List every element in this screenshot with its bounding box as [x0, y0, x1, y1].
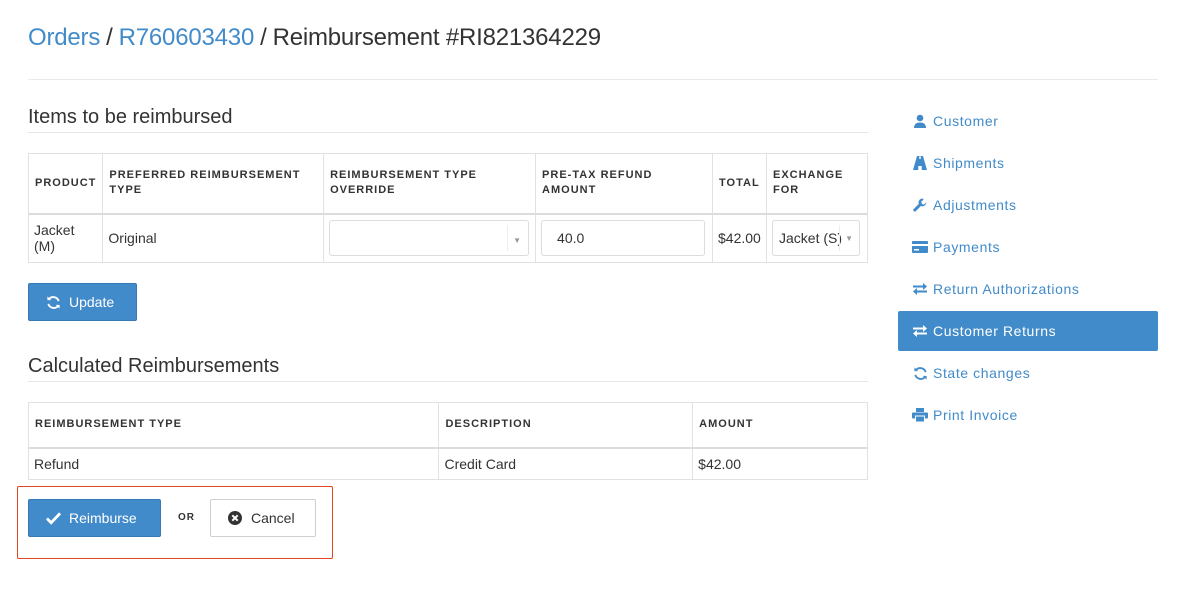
sidebar-item-label: Customer	[933, 113, 999, 129]
update-button[interactable]: Update	[28, 283, 137, 321]
sidebar-item-label: Payments	[933, 239, 1001, 255]
table-row: Jacket (M) Original ▼ 40.0 $42.00 Jacket…	[27, 213, 868, 263]
cell-refund-amount: 40.0	[535, 213, 714, 263]
breadcrumb-orders-link[interactable]: Orders	[28, 24, 100, 51]
refresh-icon	[912, 365, 928, 381]
column-header-amount: Amount	[692, 402, 868, 449]
checkmark-icon	[45, 510, 61, 526]
column-header-total: Total	[712, 153, 767, 215]
cell-preferred-type: Original	[102, 213, 325, 263]
column-header-refund-amount: Pre-Tax Refund Amount	[535, 153, 714, 215]
refresh-icon	[45, 294, 61, 310]
cancel-button[interactable]: Cancel	[210, 499, 316, 537]
column-header-preferred-type: Preferred Reimbursement Type	[102, 153, 325, 215]
sidebar-item-label: Return Authorizations	[933, 281, 1080, 297]
cell-override: ▼	[323, 213, 537, 263]
credit-card-icon	[912, 239, 928, 255]
header-divider	[28, 79, 1158, 80]
breadcrumb-separator: /	[260, 24, 267, 51]
select-divider	[507, 225, 509, 252]
sidebar-item-label: Print Invoice	[933, 407, 1018, 423]
exchange-for-select[interactable]: Jacket (S) ▼	[772, 220, 860, 257]
sidebar-item-label: Shipments	[933, 155, 1005, 171]
sidebar-item-label: Customer Returns	[933, 323, 1057, 339]
items-section-title: Items to be reimbursed	[28, 106, 233, 128]
sidebar-item-print-invoice[interactable]: Print Invoice	[898, 395, 1158, 435]
cell-total: $42.00	[712, 213, 767, 263]
reimbursement-type-select[interactable]: ▼	[329, 220, 530, 257]
sidebar-item-return-authorizations[interactable]: Return Authorizations	[898, 269, 1158, 309]
sidebar-item-customer-returns[interactable]: Customer Returns	[898, 311, 1158, 351]
calculated-section-divider	[28, 381, 868, 382]
column-header-product: Product	[27, 153, 104, 215]
items-section-divider	[28, 132, 868, 133]
sidebar-item-adjustments[interactable]: Adjustments	[898, 185, 1158, 225]
column-header-override: Reimbursement Type Override	[323, 153, 537, 215]
transfer-icon	[912, 281, 928, 297]
sidebar-item-payments[interactable]: Payments	[898, 227, 1158, 267]
column-header-description: Description	[438, 402, 694, 449]
refund-amount-input[interactable]: 40.0	[541, 220, 706, 257]
items-table: Product Preferred Reimbursement Type Rei…	[27, 153, 868, 263]
print-icon	[912, 407, 928, 423]
user-icon	[912, 113, 928, 129]
reimburse-button-label: Reimburse	[69, 510, 137, 526]
select-value: Jacket (S)	[779, 230, 843, 247]
sidebar-item-customer[interactable]: Customer	[898, 101, 1158, 141]
sidebar-item-label: State changes	[933, 365, 1031, 381]
breadcrumb-order-link[interactable]: R760603430	[119, 24, 255, 51]
calculated-table: Reimbursement Type Description Amount Re…	[27, 402, 868, 480]
order-sidebar: Customer Shipments Adjustments Payments …	[898, 101, 1158, 437]
column-header-reimbursement-type: Reimbursement Type	[27, 402, 440, 449]
select-divider	[839, 225, 840, 252]
road-icon	[912, 155, 928, 171]
caret-down-icon: ▼	[513, 236, 522, 246]
sidebar-item-state-changes[interactable]: State changes	[898, 353, 1158, 393]
cell-exchange-for: Jacket (S) ▼	[766, 213, 868, 263]
wrench-icon	[912, 197, 928, 213]
column-header-exchange-for: Exchange For	[766, 153, 868, 215]
sidebar-item-label: Adjustments	[933, 197, 1017, 213]
cancel-button-label: Cancel	[251, 510, 295, 526]
table-row: Refund Credit Card $42.00	[27, 447, 868, 480]
cell-amount: $42.00	[692, 447, 868, 480]
cell-description: Credit Card	[438, 447, 694, 480]
cancel-circle-icon	[227, 510, 243, 526]
or-label: OR	[178, 512, 195, 523]
breadcrumb: Orders / R760603430/Reimbursement #RI82136…	[28, 24, 601, 52]
update-button-label: Update	[69, 294, 115, 310]
transfer-icon	[912, 323, 928, 339]
breadcrumb-separator: /	[106, 24, 113, 51]
reimburse-button[interactable]: Reimburse	[28, 499, 161, 537]
cell-reimbursement-type: Refund	[27, 447, 440, 480]
calculated-section-title: Calculated Reimbursements	[28, 355, 280, 377]
sidebar-item-shipments[interactable]: Shipments	[898, 143, 1158, 183]
page-title: Reimbursement #RI821364229	[272, 24, 602, 51]
cell-product: Jacket (M)	[27, 213, 104, 263]
caret-down-icon: ▼	[845, 234, 853, 244]
